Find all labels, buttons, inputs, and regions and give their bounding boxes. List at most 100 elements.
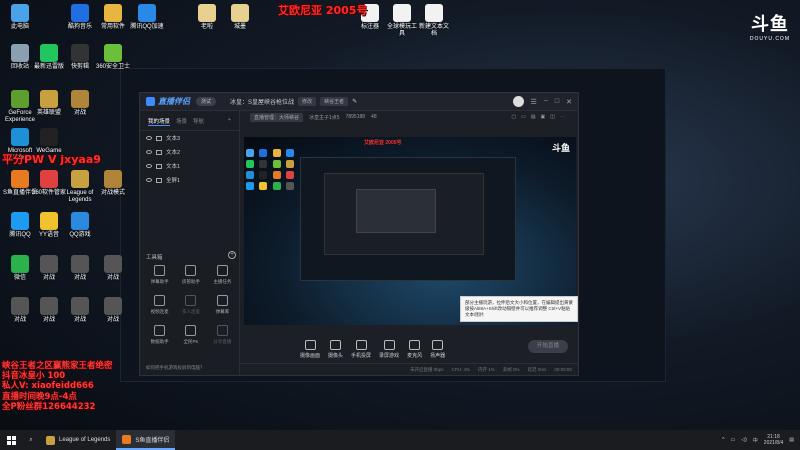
source-label: 全屏1 [166,178,181,184]
desktop-icon[interactable]: 对战 [32,297,66,324]
capture-tool-button[interactable]: 扬声器 [430,340,445,359]
taskbar-app-label: League of Legends [59,437,111,443]
category-tag[interactable]: 峡谷王者 [320,97,349,106]
toolbox-add-icon[interactable]: + [228,251,236,259]
app-icon [40,90,58,108]
desktop-icon[interactable]: 酷狗音乐 [63,4,97,31]
taskbar-app[interactable]: League of Legends [40,430,116,450]
desktop-icon[interactable]: 腾讯QQ加速 [130,4,164,31]
eye-icon[interactable] [146,136,152,140]
desktop-icon[interactable]: YY语音 [32,212,66,239]
desktop-icon[interactable]: 最新迅雷版 [32,44,66,71]
eye-icon[interactable] [146,178,152,182]
maximize-icon[interactable]: □ [555,98,559,105]
tool-item[interactable]: 分享直播 [207,325,238,345]
source-item[interactable]: 文本2 [140,145,239,159]
desktop-icon-label: 最新迅雷版 [33,64,64,70]
tool-icon [154,295,166,306]
desktop-icon[interactable]: 对战模式 [96,170,130,197]
tool-item[interactable]: 主播任务 [207,265,238,285]
help-link[interactable]: 如何把手机游戏投屏到电脑？ [146,365,205,371]
clock[interactable]: 21:18 2021/8/4 [764,434,783,446]
desktop-icon[interactable]: 快剪辑 [63,44,97,71]
capture-tool-button[interactable]: 摄像画面 [300,340,320,359]
status-duration: 00:00:00 [554,367,572,372]
network-icon[interactable]: ▭ [731,437,736,443]
add-source-icon[interactable]: + [228,117,231,126]
douyu-watermark: 斗鱼 DOUYU.COM [750,10,790,42]
desktop-icon[interactable]: 对战 [96,297,130,324]
text-source-icon [156,135,162,141]
preview-mini-icon [246,171,254,179]
desktop-icon[interactable]: QQ游戏 [63,212,97,239]
notification-icon[interactable]: ▤ [789,437,794,443]
desktop-icon[interactable]: 英雄联盟 [32,90,66,117]
desktop-icon[interactable]: 360安全卫士 [96,44,130,71]
tool-item[interactable]: 全民PK [175,325,206,345]
preview-toolbar-icons[interactable]: ▢▭▤▣◫⋯ [511,114,570,120]
source-item[interactable]: 文本1 [140,159,239,173]
desktop-icon[interactable]: 老啦 [190,4,224,31]
tool-item[interactable]: 弹幕库 [207,295,238,315]
tab-nav[interactable]: 导航 [193,117,204,126]
version-pill[interactable]: 测试 [196,97,217,106]
desktop-icon[interactable]: 常用软件 [96,4,130,31]
close-icon[interactable]: ✕ [566,98,572,106]
start-button[interactable] [0,435,22,445]
source-item[interactable]: 全屏1 [140,173,239,187]
capture-tool-button[interactable]: 录屏游戏 [379,340,399,359]
minimize-icon[interactable]: − [544,98,548,105]
info-overlay: 峡谷王者之区赢熊家王者绝密 抖音冰皇小 100 私人V: xiaofeidd66… [2,361,113,412]
app-icon [11,44,29,62]
app-icon [71,255,89,273]
desktop-icon[interactable]: 对战 [63,297,97,324]
desktop-icon[interactable]: 此电脑 [3,4,37,31]
search-icon[interactable]: ⌕ [22,437,40,444]
capture-tool-button[interactable]: 手机投屏 [351,340,371,359]
eye-icon[interactable] [146,150,152,154]
tool-item[interactable]: 多人连麦 [175,295,206,315]
preview-mini-icon [285,149,294,157]
desktop-icon[interactable]: League of Legends [63,170,97,204]
taskbar-apps: League of Legends S鱼直播伴侣 [40,430,176,450]
tab-my-scenes[interactable]: 我的场景 [148,117,171,126]
desktop-icon[interactable]: 对战 [96,255,130,282]
text-source-icon [156,149,162,155]
desktop-icon[interactable]: 对战 [63,90,97,117]
desktop-icon[interactable]: 城墨 [223,4,257,31]
capture-tool-button[interactable]: 摄像头 [328,340,343,359]
tool-item[interactable]: 视频连麦 [144,295,175,315]
tray-chevron-icon[interactable]: ^ [722,437,724,443]
tab-scenes[interactable]: 场景 [176,117,187,126]
desktop-icon[interactable]: 360软件管家 [32,170,66,197]
taskbar-app-label: S鱼直播伴侣 [135,437,170,444]
pencil-icon[interactable]: ✎ [352,98,357,105]
tool-item[interactable]: 弹幕助手 [144,265,175,285]
douyu-domain: DOUYU.COM [749,36,790,42]
tool-item[interactable]: 数据助手 [144,325,175,345]
tool-item[interactable]: 房管助手 [175,265,206,285]
avatar[interactable] [512,96,524,107]
desktop-file-icon[interactable]: 全球模玩工具 [385,4,419,38]
taskbar-app[interactable]: S鱼直播伴侣 [116,430,176,450]
menu-icon[interactable]: ☰ [531,98,537,106]
room-manage[interactable]: 直播管理：大师峡谷 [250,112,304,122]
desktop-file-icon[interactable]: 新建文本文档 [417,4,451,38]
file-icon [425,4,443,22]
tool-icon [154,325,166,336]
capture-tool-button[interactable]: 麦克风 [407,340,422,359]
preview-mini-icon [246,182,254,190]
ime-icon[interactable]: 中 [753,437,758,444]
preview-mini-icon [259,160,268,168]
desktop-icon[interactable]: 对战 [32,255,66,282]
app-icon [40,297,58,315]
source-item[interactable]: 文本3 [140,131,239,145]
eye-icon[interactable] [146,164,152,168]
volume-icon[interactable]: ◁) [741,437,747,443]
desktop-icon-label: 对战 [73,110,86,116]
edit-title-button[interactable]: 修改 [298,97,317,106]
desktop-icon[interactable]: 对战 [63,255,97,282]
preview-mini-icon [272,182,281,190]
start-live-button[interactable]: 开始直播 [528,340,568,353]
preview-mini-icon [285,171,294,179]
